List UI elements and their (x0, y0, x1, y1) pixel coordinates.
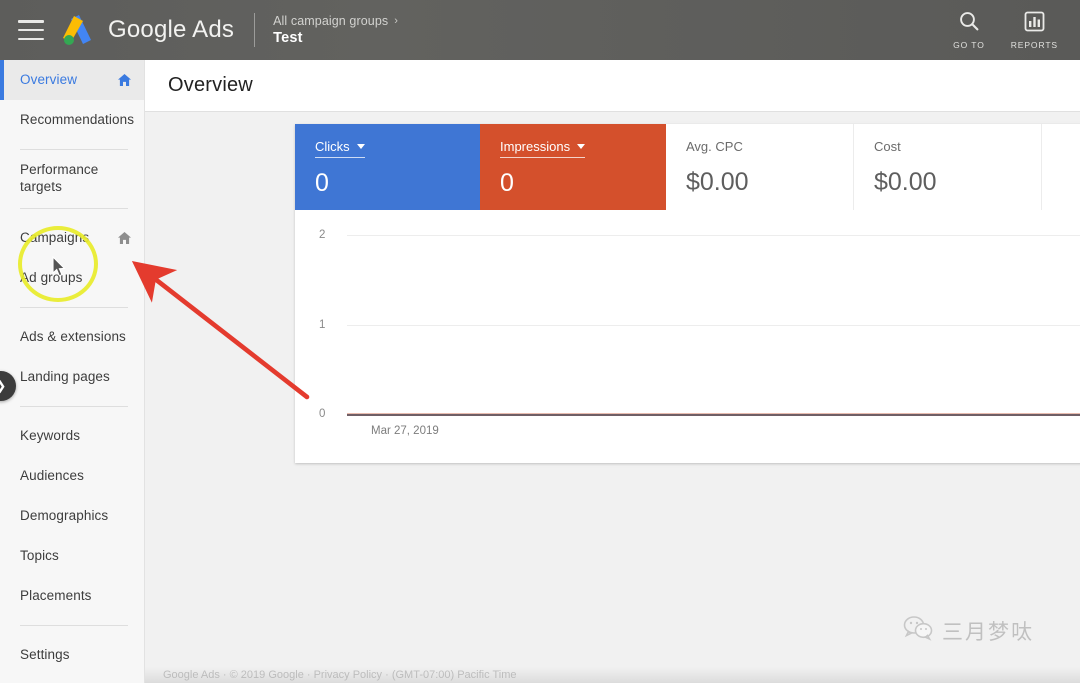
gridline-2 (347, 235, 1080, 236)
sidebar-item-ads-extensions[interactable]: Ads & extensions (0, 317, 144, 357)
metric-label: Cost (874, 139, 901, 157)
sidebar-item-label: Landing pages (20, 368, 110, 384)
reports-bar-chart-icon (1024, 11, 1045, 37)
metric-card-avg-cpc[interactable]: Avg. CPC $0.00 (666, 124, 854, 210)
metric-label-text: Impressions (500, 139, 571, 154)
sidebar-item-label: Performance targets (20, 162, 99, 194)
metric-label-text: Cost (874, 139, 901, 154)
top-actions: GO TO REPORTS (953, 10, 1058, 50)
top-app-bar: Google Ads All campaign groups › Test GO… (0, 0, 1080, 60)
sidebar-item-label: Topics (20, 547, 59, 563)
sidebar-item-label: Ads & extensions (20, 328, 126, 344)
sidebar-item-performance-targets[interactable]: Performance targets (0, 159, 144, 199)
google-ads-logo-icon (58, 13, 98, 47)
page-title: Overview (168, 74, 253, 96)
gridline-1 (347, 325, 1080, 326)
sidebar-item-settings[interactable]: Settings (0, 635, 144, 675)
reports-button[interactable]: REPORTS (1011, 11, 1058, 50)
y-axis-tick: 0 (319, 408, 326, 420)
sidebar-item-ad-groups[interactable]: Ad groups (0, 258, 144, 298)
sidebar-item-overview[interactable]: Overview (0, 60, 144, 100)
home-icon[interactable] (117, 73, 132, 87)
sidebar-item-label: Audiences (20, 467, 84, 483)
metric-value: 0 (315, 169, 329, 197)
metric-value: $0.00 (686, 168, 749, 196)
series-line-clicks (347, 414, 1080, 416)
breadcrumb-current[interactable]: Test (273, 30, 398, 46)
metric-label[interactable]: Clicks (315, 139, 365, 158)
sidebar-item-topics[interactable]: Topics (0, 536, 144, 576)
metric-card-cost[interactable]: Cost $0.00 (854, 124, 1042, 210)
sidebar-item-audiences[interactable]: Audiences (0, 456, 144, 496)
sidebar-item-keywords[interactable]: Keywords (0, 416, 144, 456)
sidebar-item-demographics[interactable]: Demographics (0, 496, 144, 536)
chevron-down-icon[interactable] (356, 144, 365, 149)
sidebar-item-placements[interactable]: Placements (0, 576, 144, 616)
breadcrumb-parent[interactable]: All campaign groups (273, 14, 388, 28)
breadcrumb: All campaign groups › Test (273, 14, 398, 46)
sidebar-item-label: Placements (20, 587, 92, 603)
search-icon (958, 10, 980, 37)
sidebar-item-recommendations[interactable]: Recommendations (0, 100, 144, 140)
metric-card-clicks[interactable]: Clicks 0 (295, 124, 480, 210)
sidebar-item-label: Recommendations (20, 111, 135, 127)
sidebar-item-label: Overview (20, 71, 78, 87)
nav-divider (20, 208, 128, 209)
nav-divider (20, 625, 128, 626)
go-to-label: GO TO (953, 40, 985, 50)
home-icon[interactable] (117, 231, 132, 245)
reports-label: REPORTS (1010, 39, 1058, 50)
go-to-button[interactable]: GO TO (953, 10, 985, 50)
page-footer: Google Ads · © 2019 Google · Privacy Pol… (145, 667, 1080, 683)
metric-card-impressions[interactable]: Impressions 0 (480, 124, 666, 210)
performance-chart: 2 1 0 Mar 27, 2019 (295, 210, 1080, 463)
nav-divider (20, 406, 128, 407)
metric-value: $0.00 (874, 168, 937, 196)
nav-divider (20, 307, 128, 308)
sidebar-item-label: Demographics (20, 507, 109, 523)
y-axis-tick: 2 (319, 229, 326, 241)
y-axis-tick: 1 (319, 319, 326, 331)
chevron-right-icon: › (394, 15, 399, 27)
sidebar-item-landing-pages[interactable]: Landing pages (0, 357, 144, 397)
page-header: Overview (145, 60, 1080, 112)
sidebar-item-label: Campaigns (20, 229, 90, 245)
nav-divider (20, 149, 128, 150)
hamburger-menu-icon[interactable] (18, 20, 44, 40)
sidebar-item-label: Ad groups (20, 269, 83, 285)
sidebar-item-campaigns[interactable]: Campaigns (0, 218, 144, 258)
sidebar-navigation: Overview Recommendations Performance targe… (0, 60, 145, 683)
main-content: Overview Clicks 0 Impressions 0 Avg. CPC $0.0… (145, 60, 1080, 683)
brand-divider (254, 13, 256, 47)
overview-panel: Clicks 0 Impressions 0 Avg. CPC $0.00 Cost $0.0… (295, 124, 1080, 463)
sidebar-item-label: Keywords (20, 427, 81, 443)
metric-cards: Clicks 0 Impressions 0 Avg. CPC $0.00 Cost $0.0… (295, 124, 1080, 210)
sidebar-item-label: Settings (20, 646, 70, 662)
footer-text: Google Ads · © 2019 Google · Privacy Pol… (163, 669, 517, 681)
chevron-right-icon: ❯ (0, 378, 6, 394)
metric-label-text: Avg. CPC (686, 139, 743, 154)
chevron-down-icon[interactable] (577, 144, 586, 149)
metric-label-text: Clicks (315, 139, 350, 154)
metric-label: Avg. CPC (686, 139, 743, 157)
brand-title: Google Ads (108, 16, 235, 43)
x-axis-tick: Mar 27, 2019 (371, 425, 439, 437)
metric-label[interactable]: Impressions (500, 139, 586, 158)
google-ads-overview-screen: Google Ads All campaign groups › Test GO… (0, 0, 1080, 683)
metric-value: 0 (500, 169, 514, 197)
